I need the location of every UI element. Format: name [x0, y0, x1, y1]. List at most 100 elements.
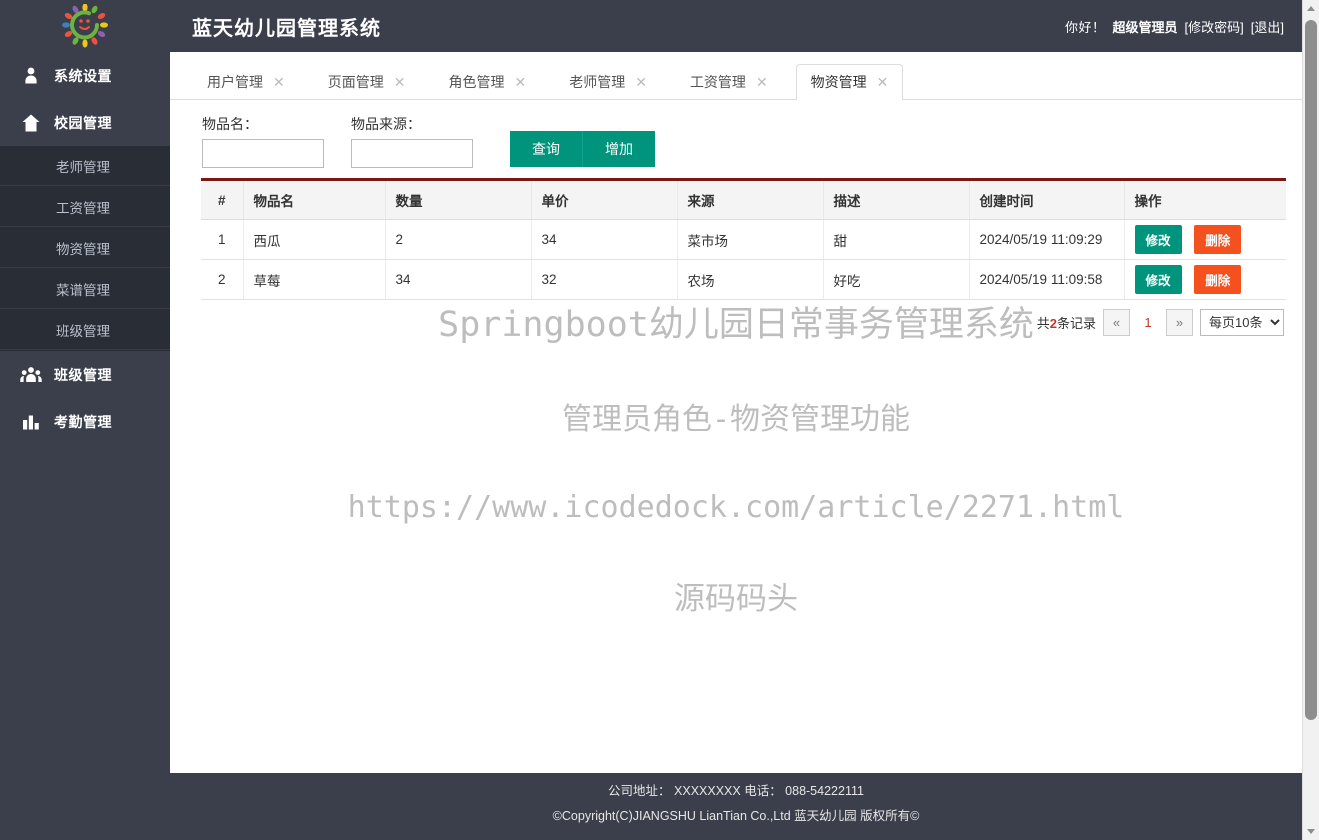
table-header-row: # 物品名 数量 单价 来源 描述 创建时间 操作: [201, 180, 1286, 220]
query-button[interactable]: 查询: [510, 131, 582, 167]
tab-salary-management[interactable]: 工资管理 ✕: [675, 64, 783, 100]
greeting-text: 你好！: [1065, 17, 1106, 36]
page-footer: 公司地址： XXXXXXXX 电话： 088-54222111 ©Copyrig…: [170, 773, 1302, 840]
bar-chart-icon: [16, 412, 46, 432]
add-button[interactable]: 增加: [582, 131, 655, 167]
change-password-link[interactable]: [修改密码]: [1185, 17, 1244, 36]
cell-source: 农场: [677, 260, 823, 300]
edit-button[interactable]: 修改: [1135, 265, 1182, 294]
record-total-count: 2: [1050, 316, 1057, 331]
tab-label: 老师管理: [569, 72, 625, 92]
column-header-qty: 数量: [385, 180, 531, 220]
tab-supplies-management[interactable]: 物资管理 ✕: [796, 64, 904, 100]
close-icon[interactable]: ✕: [635, 75, 647, 89]
page-title: 蓝天幼儿园管理系统: [192, 12, 381, 41]
record-total: 共2条记录: [1037, 313, 1096, 332]
edit-button[interactable]: 修改: [1135, 225, 1182, 254]
close-icon[interactable]: ✕: [756, 75, 768, 89]
column-header-actions: 操作: [1124, 180, 1286, 220]
column-header-created: 创建时间: [969, 180, 1124, 220]
sidebar-subitem-teacher[interactable]: 老师管理: [0, 146, 170, 187]
sidebar-subitem-supplies[interactable]: 物资管理: [0, 228, 170, 269]
cell-name: 草莓: [243, 260, 385, 300]
scrollbar-thumb[interactable]: [1305, 20, 1317, 720]
item-source-input[interactable]: [351, 139, 473, 168]
tab-role-management[interactable]: 角色管理 ✕: [433, 64, 541, 100]
column-header-name: 物品名: [243, 180, 385, 220]
cell-index: 1: [201, 220, 243, 260]
delete-button[interactable]: 删除: [1194, 225, 1241, 254]
cell-qty: 2: [385, 220, 531, 260]
home-icon: [16, 113, 46, 133]
table-head: # 物品名 数量 单价 来源 描述 创建时间 操作: [201, 180, 1286, 220]
tab-user-management[interactable]: 用户管理 ✕: [192, 64, 300, 100]
tab-label: 工资管理: [690, 72, 746, 92]
footer-address: 公司地址： XXXXXXXX 电话： 088-54222111: [170, 779, 1302, 804]
cell-qty: 34: [385, 260, 531, 300]
watermark-line-4: 源码码头: [170, 573, 1302, 618]
close-icon[interactable]: ✕: [394, 75, 406, 89]
cell-price: 32: [531, 260, 677, 300]
header-user-area: 你好！ 超级管理员 [修改密码] [退出]: [1065, 17, 1284, 36]
app-logo[interactable]: [0, 0, 170, 52]
sidebar-item-attendance-management[interactable]: 考勤管理: [0, 398, 170, 445]
cell-actions: 修改 删除: [1124, 260, 1286, 300]
username-label: 超级管理员: [1113, 17, 1178, 36]
tab-page-management[interactable]: 页面管理 ✕: [313, 64, 421, 100]
footer-copyright: ©Copyright(C)JIANGSHU LianTian Co.,Ltd 蓝…: [170, 804, 1302, 829]
sidebar-item-campus-management[interactable]: 校园管理: [0, 99, 170, 146]
column-header-source: 来源: [677, 180, 823, 220]
sun-flower-logo-icon: [57, 4, 113, 48]
page-size-select[interactable]: 每页10条 每页20条 每页50条: [1200, 309, 1284, 336]
sidebar-subnav: 老师管理 工资管理 物资管理 菜谱管理 班级管理: [0, 146, 170, 351]
sidebar-subitem-class[interactable]: 班级管理: [0, 310, 170, 351]
sidebar-item-system-settings[interactable]: 系统设置: [0, 52, 170, 99]
next-page-button[interactable]: »: [1166, 309, 1193, 336]
cell-source: 菜市场: [677, 220, 823, 260]
page-scrollbar[interactable]: [1302, 0, 1319, 840]
item-name-field-group: 物品名：: [202, 114, 324, 168]
tab-bar: 用户管理 ✕ 页面管理 ✕ 角色管理 ✕ 老师管理 ✕ 工资管理 ✕ 物资管理 …: [170, 52, 1302, 100]
close-icon[interactable]: ✕: [273, 75, 285, 89]
sidebar-subitem-label: 工资管理: [56, 197, 110, 217]
cell-index: 2: [201, 260, 243, 300]
logout-link[interactable]: [退出]: [1251, 17, 1284, 36]
item-source-label: 物品来源：: [351, 114, 473, 134]
cell-desc: 甜: [823, 220, 969, 260]
sidebar-item-class-management[interactable]: 班级管理: [0, 351, 170, 398]
cell-price: 34: [531, 220, 677, 260]
table-row[interactable]: 1 西瓜 2 34 菜市场 甜 2024/05/19 11:09:29 修改 删…: [201, 220, 1286, 260]
table-row[interactable]: 2 草莓 34 32 农场 好吃 2024/05/19 11:09:58 修改 …: [201, 260, 1286, 300]
column-header-desc: 描述: [823, 180, 969, 220]
sidebar-item-label: 班级管理: [54, 365, 112, 385]
top-header: 蓝天幼儿园管理系统 你好！ 超级管理员 [修改密码] [退出]: [170, 0, 1302, 52]
cell-name: 西瓜: [243, 220, 385, 260]
scroll-up-icon[interactable]: [1303, 0, 1319, 17]
cell-created: 2024/05/19 11:09:29: [969, 220, 1124, 260]
page-number-1[interactable]: 1: [1137, 309, 1159, 336]
column-header-price: 单价: [531, 180, 677, 220]
watermark-overlay: Springboot幼儿园日常事务管理系统 管理员角色-物资管理功能 https…: [170, 296, 1302, 618]
supplies-table-wrap: # 物品名 数量 单价 来源 描述 创建时间 操作 1 西瓜 2 34 菜市场: [170, 178, 1302, 300]
sidebar: 系统设置 校园管理 老师管理 工资管理 物资管理 菜谱管理 班级管理: [0, 0, 170, 840]
sidebar-subitem-label: 老师管理: [56, 156, 110, 176]
search-button-group: 查询 增加: [510, 131, 655, 167]
delete-button[interactable]: 删除: [1194, 265, 1241, 294]
sidebar-subitem-label: 班级管理: [56, 320, 110, 340]
table-body: 1 西瓜 2 34 菜市场 甜 2024/05/19 11:09:29 修改 删…: [201, 220, 1286, 300]
sidebar-subitem-menu[interactable]: 菜谱管理: [0, 269, 170, 310]
main-content: 用户管理 ✕ 页面管理 ✕ 角色管理 ✕ 老师管理 ✕ 工资管理 ✕ 物资管理 …: [170, 52, 1302, 773]
item-name-input[interactable]: [202, 139, 324, 168]
prev-page-button[interactable]: «: [1103, 309, 1130, 336]
sidebar-item-label: 考勤管理: [54, 412, 112, 432]
sidebar-subitem-salary[interactable]: 工资管理: [0, 187, 170, 228]
tab-teacher-management[interactable]: 老师管理 ✕: [554, 64, 662, 100]
close-icon[interactable]: ✕: [514, 75, 526, 89]
scroll-down-icon[interactable]: [1303, 823, 1319, 840]
sidebar-item-label: 系统设置: [54, 66, 112, 86]
pagination: 共2条记录 « 1 » 每页10条 每页20条 每页50条: [170, 300, 1302, 336]
cell-created: 2024/05/19 11:09:58: [969, 260, 1124, 300]
tab-label: 页面管理: [328, 72, 384, 92]
close-icon[interactable]: ✕: [877, 75, 889, 89]
tab-label: 用户管理: [207, 72, 263, 92]
